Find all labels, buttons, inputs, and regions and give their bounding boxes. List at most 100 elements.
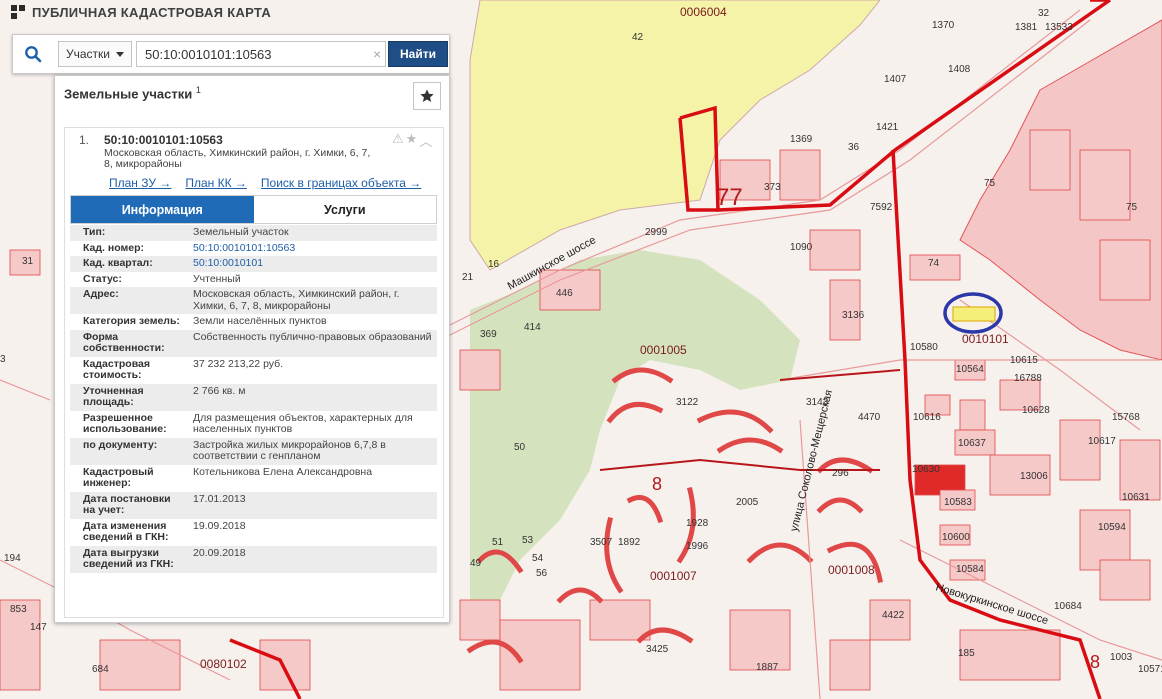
parcel bbox=[959, 629, 1061, 681]
map-label: 446 bbox=[556, 288, 573, 299]
attribute-key: Дата постановки на учет: bbox=[83, 492, 171, 516]
link-plan-kk[interactable]: План КК → bbox=[185, 176, 247, 190]
map-label: 0010101 bbox=[962, 332, 1009, 346]
map-label: 853 bbox=[10, 604, 27, 615]
map-label: 194 bbox=[4, 553, 21, 564]
attribute-key: Кадастровый инженер: bbox=[83, 465, 154, 489]
link-plan-zu[interactable]: План ЗУ → bbox=[109, 176, 171, 190]
map-label: 296 bbox=[832, 468, 849, 479]
map-label: 1370 bbox=[932, 20, 955, 31]
attribute-value: Московская область, Химкинский район, г.… bbox=[193, 288, 400, 312]
map-label: 414 bbox=[524, 322, 541, 333]
attribute-key: Дата выгрузки сведений из ГКН: bbox=[83, 546, 174, 570]
attribute-value[interactable]: 50:10:0010101:10563 bbox=[190, 241, 437, 257]
map-label: 10630 bbox=[912, 464, 940, 475]
map-label: 16 bbox=[488, 259, 500, 270]
chevron-up-icon[interactable]: ︿ bbox=[419, 131, 432, 150]
attribute-key: Разрешенное использование: bbox=[83, 411, 167, 435]
map-label: 10583 bbox=[944, 497, 972, 508]
map-label: 1996 bbox=[686, 541, 709, 552]
map-label: 16788 bbox=[1014, 373, 1042, 384]
map-label: 0006004 bbox=[680, 5, 727, 19]
result-links: План ЗУ → План КК → Поиск в границах объ… bbox=[109, 176, 421, 190]
map-label: 3122 bbox=[676, 397, 699, 408]
map-label: 10628 bbox=[1022, 405, 1050, 416]
map-label: 3136 bbox=[842, 310, 865, 321]
star-icon bbox=[420, 89, 434, 102]
search-input[interactable] bbox=[136, 41, 386, 67]
map-label: 49 bbox=[470, 558, 482, 569]
attribute-value: 2 766 кв. м bbox=[193, 384, 246, 397]
map-label: 42 bbox=[632, 32, 644, 43]
map-label: 1887 bbox=[756, 662, 779, 673]
attribute-value: Для размещения объектов, характерных для… bbox=[193, 411, 413, 435]
attribute-key: Кад. номер: bbox=[83, 241, 145, 254]
map-label: 21 bbox=[462, 272, 474, 283]
attribute-key: Тип: bbox=[83, 226, 106, 238]
attribute-key: Категория земель: bbox=[83, 315, 180, 327]
map-label: 0080102 bbox=[200, 657, 247, 671]
parcel bbox=[809, 229, 861, 271]
result-card: 1. 50:10:0010101:10563 Московская област… bbox=[64, 127, 444, 618]
attribute-value: 17.01.2013 bbox=[193, 492, 246, 505]
attribute-value: Земельный участок bbox=[193, 226, 289, 238]
parcel bbox=[589, 599, 651, 641]
attribute-row: Кад. номер: 50:10:0010101:10563 bbox=[70, 240, 437, 257]
attribute-row: Статус: Учтенный bbox=[70, 271, 437, 287]
map-label: 75 bbox=[1126, 202, 1138, 213]
selected-parcel[interactable] bbox=[952, 306, 996, 322]
attribute-key: Адрес: bbox=[83, 288, 119, 300]
map-label: 56 bbox=[536, 568, 548, 579]
attribute-row: Категория земель: Земли населённых пункто… bbox=[70, 314, 437, 330]
map-label: 10600 bbox=[942, 532, 970, 543]
parcel bbox=[259, 639, 311, 691]
map-label: 0001007 bbox=[650, 569, 697, 583]
attribute-row: Уточненная площадь: 2 766 кв. м bbox=[70, 383, 437, 411]
attribute-row: Кадастровый инженер: Котельникова Елена А… bbox=[70, 464, 437, 492]
attribute-row: Кад. квартал: 50:10:0010101 bbox=[70, 256, 437, 272]
parcel bbox=[459, 599, 501, 641]
zone-number-8: 8 bbox=[652, 474, 662, 494]
result-tabs: Информация Услуги bbox=[70, 195, 437, 224]
attribute-value: 37 232 213,22 руб. bbox=[193, 357, 284, 370]
panel-title: Земельные участки 1 bbox=[64, 85, 201, 101]
attribute-row: Адрес: Московская область, Химкинский рай… bbox=[70, 287, 437, 314]
warning-icon[interactable]: ⚠ bbox=[392, 131, 404, 150]
map-label: 75 bbox=[984, 178, 996, 189]
search-button[interactable]: Найти bbox=[388, 41, 448, 67]
map-label: 1381 bbox=[1015, 22, 1038, 33]
map-label: 31 bbox=[22, 256, 34, 267]
attribute-key: Кадастровая стоимость: bbox=[83, 357, 150, 381]
map-label: 1407 bbox=[884, 74, 907, 85]
star-outline-icon[interactable]: ★ bbox=[406, 131, 418, 150]
map-label: 1928 bbox=[686, 518, 709, 529]
search-icon[interactable] bbox=[13, 35, 53, 73]
parcel bbox=[1079, 149, 1131, 221]
results-panel: Земельные участки 1 1. 50:10:0010101:105… bbox=[54, 75, 450, 623]
attribute-key: по документу: bbox=[83, 438, 158, 451]
favorite-button[interactable] bbox=[413, 82, 441, 110]
link-search-bounds[interactable]: Поиск в границах объекта → bbox=[261, 176, 421, 190]
result-cad-number[interactable]: 50:10:0010101:10563 bbox=[104, 133, 223, 147]
tab-info[interactable]: Информация bbox=[71, 196, 254, 223]
attribute-row: Тип: Земельный участок bbox=[70, 225, 437, 241]
attribute-row: Кадастровая стоимость: 37 232 213,22 руб. bbox=[70, 356, 437, 384]
attribute-value: 20.09.2018 bbox=[193, 546, 246, 559]
attribute-key: Форма собственности: bbox=[83, 330, 165, 354]
attribute-value[interactable]: 50:10:0010101 bbox=[190, 256, 437, 272]
map-label: 1003 bbox=[1110, 652, 1133, 663]
map-label: 10571 bbox=[1138, 664, 1162, 675]
map-label: 10580 bbox=[910, 342, 938, 353]
parcel bbox=[499, 619, 581, 691]
parcel bbox=[1119, 439, 1161, 501]
map-label: 1369 bbox=[790, 134, 813, 145]
attribute-value: Застройка жилых микрорайонов 6,7,8 в соо… bbox=[193, 438, 386, 462]
map-label: 185 bbox=[958, 648, 975, 659]
map-label: 10631 bbox=[1122, 492, 1150, 503]
tab-services[interactable]: Услуги bbox=[253, 196, 436, 223]
object-type-select[interactable]: Участки bbox=[58, 41, 132, 67]
parcel bbox=[959, 399, 986, 431]
map-label: 53 bbox=[522, 535, 534, 546]
clear-icon[interactable]: × bbox=[373, 46, 381, 62]
map-label: 4422 bbox=[882, 610, 905, 621]
